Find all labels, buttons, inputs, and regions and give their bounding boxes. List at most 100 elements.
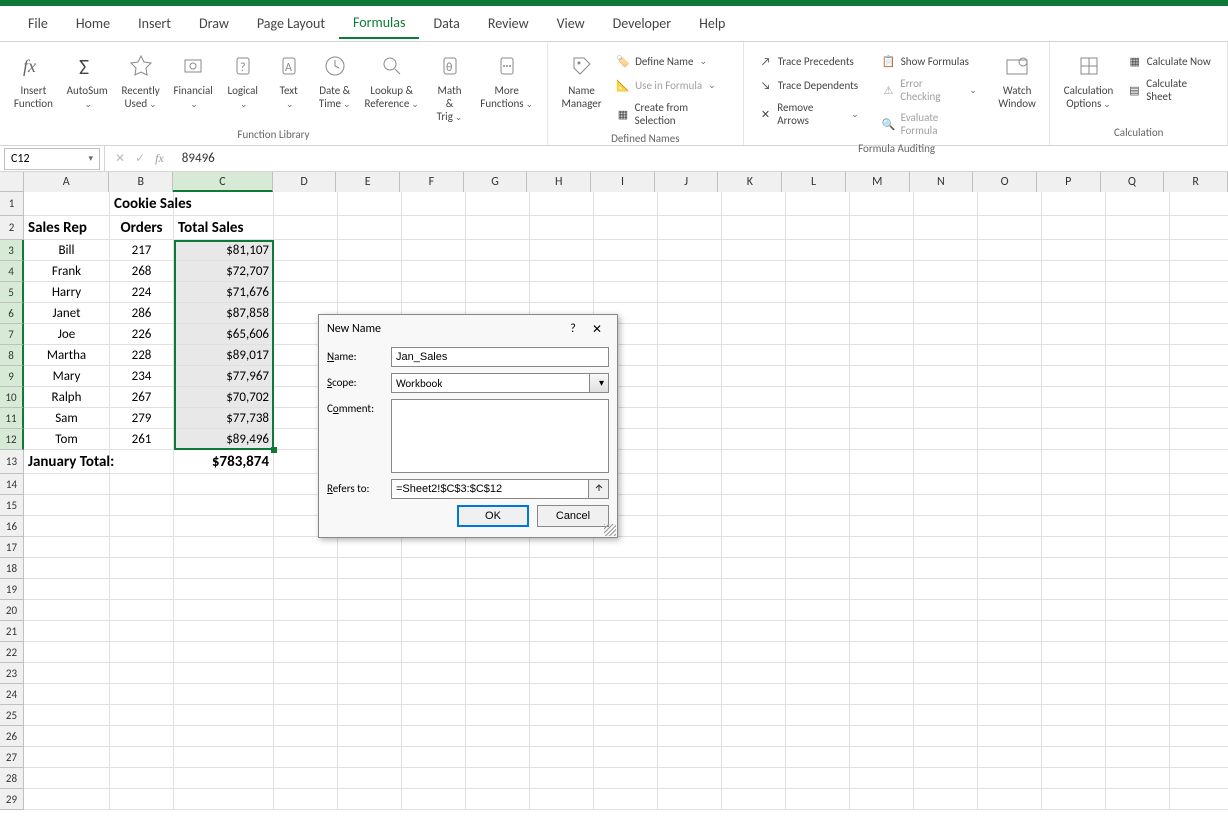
cell[interactable] <box>174 516 274 537</box>
cell[interactable] <box>274 789 338 810</box>
cell[interactable] <box>174 621 274 642</box>
cell[interactable] <box>1106 324 1170 345</box>
cell[interactable] <box>658 600 722 621</box>
cell[interactable] <box>978 261 1042 282</box>
cell[interactable] <box>1042 789 1106 810</box>
more-functions-button[interactable]: MoreFunctions⌄ <box>474 46 538 113</box>
cell[interactable] <box>1106 282 1170 303</box>
col-header-K[interactable]: K <box>718 172 782 192</box>
cell[interactable] <box>978 642 1042 663</box>
cell[interactable] <box>658 726 722 747</box>
row-header-3[interactable]: 3 <box>0 240 24 261</box>
cell[interactable] <box>1042 474 1106 495</box>
cell[interactable] <box>466 747 530 768</box>
cell[interactable] <box>658 474 722 495</box>
cell[interactable] <box>24 621 110 642</box>
cell[interactable] <box>658 429 722 450</box>
cells-grid[interactable]: Cookie SalesSales RepOrdersTotal SalesBi… <box>24 192 1228 810</box>
cell[interactable] <box>914 579 978 600</box>
cell[interactable]: $783,874 <box>174 450 274 474</box>
cell[interactable] <box>174 537 274 558</box>
cell[interactable]: $72,707 <box>174 261 274 282</box>
cell[interactable] <box>466 642 530 663</box>
menu-view[interactable]: View <box>543 9 599 38</box>
cell[interactable] <box>1106 558 1170 579</box>
col-header-B[interactable]: B <box>109 172 173 192</box>
row-header-20[interactable]: 20 <box>0 600 24 621</box>
cell[interactable] <box>466 789 530 810</box>
cell[interactable] <box>1042 642 1106 663</box>
cell[interactable] <box>274 705 338 726</box>
cell[interactable] <box>530 192 594 216</box>
cell[interactable] <box>658 621 722 642</box>
cell[interactable] <box>722 726 786 747</box>
cell[interactable] <box>978 663 1042 684</box>
cell[interactable] <box>594 705 658 726</box>
cell[interactable] <box>338 600 402 621</box>
cell[interactable] <box>914 240 978 261</box>
row-header-5[interactable]: 5 <box>0 282 24 303</box>
cell[interactable] <box>110 474 174 495</box>
comment-textarea[interactable] <box>391 399 609 473</box>
cell[interactable] <box>914 516 978 537</box>
cell[interactable] <box>1042 450 1106 474</box>
cell[interactable] <box>1170 621 1228 642</box>
cell[interactable] <box>1106 303 1170 324</box>
menu-file[interactable]: File <box>14 9 62 38</box>
row-header-7[interactable]: 7 <box>0 324 24 345</box>
cell[interactable] <box>530 216 594 240</box>
cell[interactable] <box>274 240 338 261</box>
cell[interactable] <box>1170 642 1228 663</box>
cell[interactable] <box>466 240 530 261</box>
cell[interactable] <box>850 747 914 768</box>
cell[interactable] <box>658 387 722 408</box>
cell[interactable]: Mary <box>24 366 110 387</box>
cell[interactable] <box>110 642 174 663</box>
cell[interactable] <box>594 216 658 240</box>
row-header-8[interactable]: 8 <box>0 345 24 366</box>
cell[interactable] <box>978 192 1042 216</box>
cell[interactable]: 226 <box>110 324 174 345</box>
cell[interactable] <box>594 558 658 579</box>
cell[interactable] <box>978 429 1042 450</box>
cell[interactable] <box>24 600 110 621</box>
cell[interactable] <box>1042 747 1106 768</box>
col-header-R[interactable]: R <box>1164 172 1228 192</box>
cell[interactable] <box>658 261 722 282</box>
cell[interactable] <box>110 537 174 558</box>
cell[interactable] <box>722 705 786 726</box>
cell[interactable] <box>1170 345 1228 366</box>
cell[interactable] <box>1170 282 1228 303</box>
cell[interactable] <box>274 282 338 303</box>
name-box[interactable]: C12▾ <box>4 148 100 170</box>
cell[interactable] <box>594 261 658 282</box>
cell[interactable] <box>722 516 786 537</box>
cell[interactable] <box>978 495 1042 516</box>
cell[interactable] <box>1042 579 1106 600</box>
cell[interactable] <box>850 282 914 303</box>
cell[interactable] <box>174 726 274 747</box>
cell[interactable] <box>1106 261 1170 282</box>
cell[interactable] <box>530 747 594 768</box>
name-manager-button[interactable]: NameManager <box>556 46 607 112</box>
cell[interactable] <box>594 282 658 303</box>
cell[interactable] <box>110 579 174 600</box>
cell[interactable]: Martha <box>24 345 110 366</box>
cell[interactable] <box>24 705 110 726</box>
cell[interactable] <box>338 747 402 768</box>
autosum-button[interactable]: Σ AutoSum⌄ <box>61 46 114 113</box>
cell[interactable] <box>1106 768 1170 789</box>
cell[interactable] <box>1106 429 1170 450</box>
cell[interactable]: 268 <box>110 261 174 282</box>
cell[interactable]: $87,858 <box>174 303 274 324</box>
cancel-button[interactable]: Cancel <box>537 505 609 527</box>
col-header-G[interactable]: G <box>464 172 528 192</box>
cell[interactable] <box>850 705 914 726</box>
enter-icon[interactable]: ✓ <box>135 151 145 166</box>
cell[interactable] <box>1170 387 1228 408</box>
cell[interactable] <box>978 240 1042 261</box>
error-checking-button[interactable]: ⚠Error Checking⌄ <box>875 74 983 106</box>
menu-data[interactable]: Data <box>419 9 473 38</box>
cell[interactable] <box>402 240 466 261</box>
cell[interactable] <box>402 600 466 621</box>
